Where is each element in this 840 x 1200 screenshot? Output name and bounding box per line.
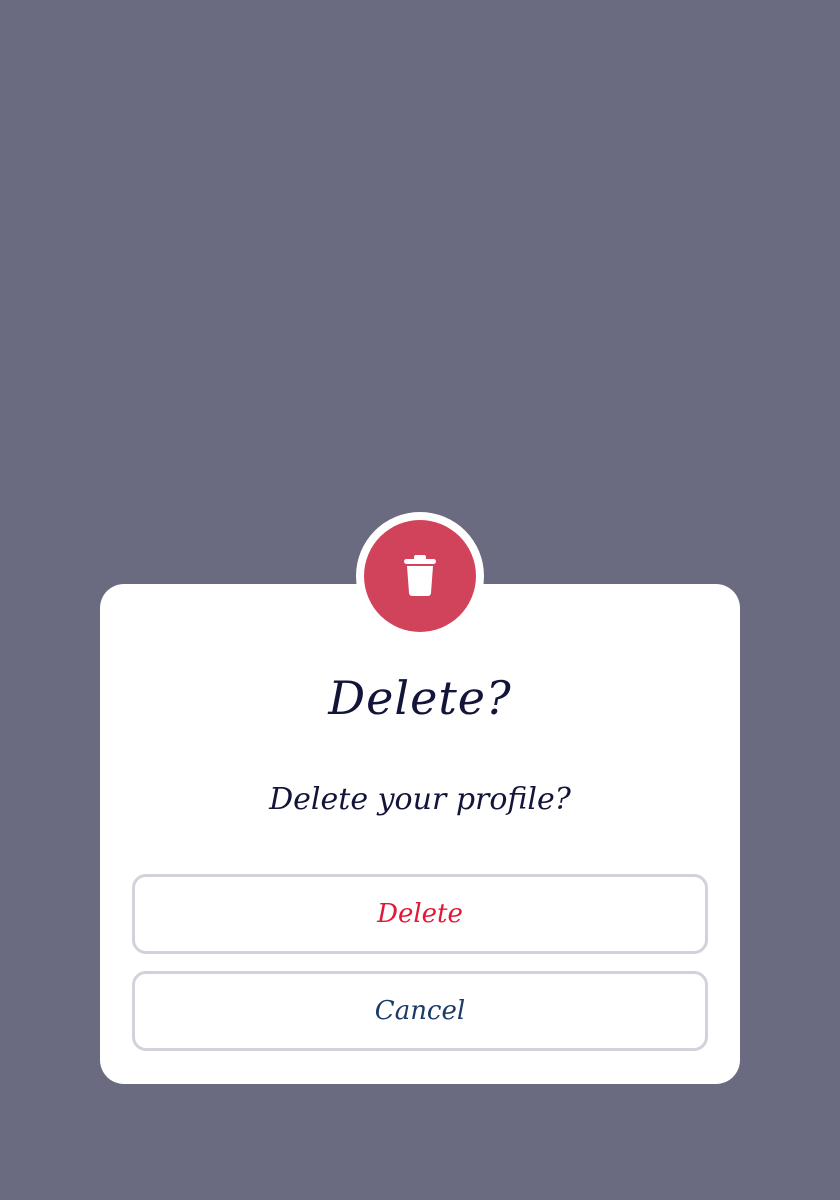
cancel-button[interactable]: Cancel [132,971,708,1051]
dialog-title: Delete? [328,671,512,725]
trash-icon [404,555,436,596]
dialog-message: Delete your profile? [269,782,571,817]
dialog-icon-badge [364,520,476,632]
delete-button[interactable]: Delete [132,874,708,954]
